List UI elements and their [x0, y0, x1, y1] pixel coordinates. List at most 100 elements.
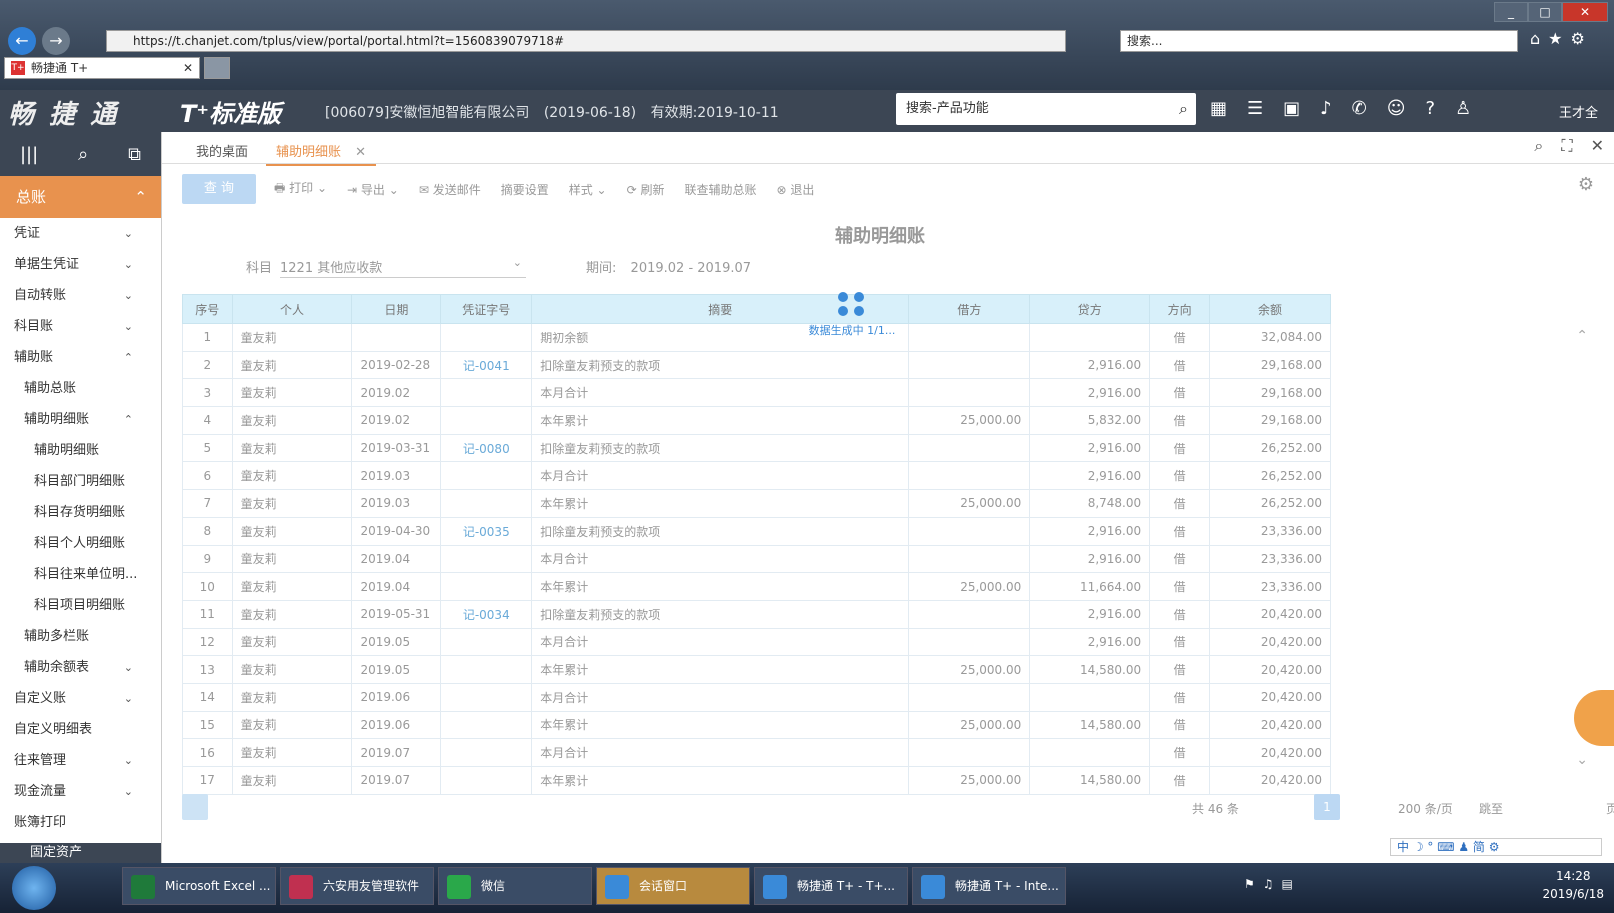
table-row[interactable]: 3 童友莉 2019.02 本月合计 2,916.00 借 29,168.00	[182, 378, 1331, 408]
browser-search-input[interactable]: 搜索...	[1120, 30, 1518, 52]
table-row[interactable]: 13 童友莉 2019.05 本年累计 25,000.00 14,580.00 借 20,42…	[182, 655, 1331, 684]
linked-query-button[interactable]: 联查辅助总账	[685, 181, 757, 198]
sidebar-item[interactable]: 科目个人明细账	[0, 528, 161, 559]
column-header[interactable]: 借方	[908, 294, 1031, 324]
sidebar-item[interactable]: 科目部门明细账	[0, 466, 161, 497]
chevron-up-icon[interactable]: ⌃	[134, 176, 147, 218]
table-row[interactable]: 14 童友莉 2019.06 本月合计 借 20,420.00	[182, 682, 1331, 712]
table-row[interactable]: 5 童友莉 2019-03-31 记-0080 扣除童友莉预支的款项 2,916.00 借 2…	[182, 433, 1331, 463]
taskbar-item[interactable]: 六安用友管理软件	[280, 867, 434, 905]
table-row[interactable]: 4 童友莉 2019.02 本年累计 25,000.00 5,832.00 借 29,168.…	[182, 406, 1331, 435]
shortcut-icon[interactable]: ⧉	[128, 144, 141, 165]
sidebar-item[interactable]: 自定义明细表	[0, 714, 161, 745]
table-row[interactable]: 10 童友莉 2019.04 本年累计 25,000.00 11,664.00 借 23,33…	[182, 572, 1331, 601]
back-icon[interactable]: ←	[8, 27, 36, 55]
taskbar-item[interactable]: Microsoft Excel ...	[122, 867, 276, 905]
refresh-button[interactable]: ⟳ 刷新	[627, 181, 665, 198]
table-row[interactable]: 1 童友莉 期初余额借 32,084.00	[182, 323, 1331, 352]
export-button[interactable]: ⇥ 导出 ⌄	[347, 181, 399, 198]
settings-gear-icon[interactable]: ⚙	[1571, 29, 1585, 48]
new-tab-button[interactable]	[204, 57, 230, 79]
flag-icon[interactable]: ⚑	[1244, 877, 1255, 891]
sidebar-item[interactable]: 辅助账 ⌃	[0, 342, 161, 373]
voucher-link[interactable]: 记-0080	[440, 433, 533, 463]
page-size-select[interactable]: 200 条/页	[1398, 800, 1453, 817]
search-icon[interactable]: ⌕	[1534, 136, 1543, 156]
minimize-button[interactable]: _	[1494, 2, 1528, 22]
chevron-down-icon[interactable]: ⌄	[124, 249, 133, 280]
table-row[interactable]: 16 童友莉 2019.07 本月合计 借 20,420.00	[182, 738, 1331, 767]
sidebar-item[interactable]: 自动转账 ⌄	[0, 280, 161, 311]
chevron-down-icon[interactable]: ⌄	[124, 280, 133, 311]
sidebar-module-ledger[interactable]: 总账 ⌃	[0, 176, 161, 218]
forward-icon[interactable]: →	[42, 27, 70, 55]
help-icon[interactable]: ?	[1426, 98, 1436, 119]
subject-select[interactable]: 1221 其他应收款 ⌄	[280, 254, 527, 278]
column-header[interactable]: 序号	[182, 294, 233, 324]
sidebar-item[interactable]: 辅助多栏账	[0, 621, 161, 652]
tab-my-desktop[interactable]: 我的桌面	[196, 141, 248, 160]
taskbar-item[interactable]: 畅捷通 T+ - T+...	[754, 867, 908, 905]
url-input[interactable]: https://t.chanjet.com/tplus/view/portal/…	[106, 30, 1066, 52]
taskbar-item[interactable]: 畅捷通 T+ - Inte...	[912, 867, 1066, 905]
sidebar-item[interactable]: 辅助余额表 ⌄	[0, 652, 161, 683]
start-button[interactable]	[12, 866, 56, 910]
scroll-up-icon[interactable]: ⌃	[1576, 328, 1588, 344]
sidebar-item[interactable]: 科目项目明细账	[0, 590, 161, 621]
table-row[interactable]: 9 童友莉 2019.04 本月合计 2,916.00 借 23,336.00	[182, 544, 1331, 574]
print-button[interactable]: 🖶 打印 ⌄	[274, 179, 327, 200]
table-row[interactable]: 17 童友莉 2019.07 本年累计 25,000.00 14,580.00 借 20,42…	[182, 766, 1331, 795]
message-icon[interactable]: ▣	[1283, 98, 1300, 119]
chevron-down-icon[interactable]: ⌄	[124, 218, 133, 249]
taskbar-item[interactable]: 微信	[438, 867, 592, 905]
maximize-button[interactable]: □	[1528, 2, 1562, 22]
chevron-down-icon[interactable]: ⌄	[124, 652, 133, 683]
sidebar-item[interactable]: 科目存货明细账	[0, 497, 161, 528]
scroll-down-icon[interactable]: ⌄	[1576, 752, 1588, 768]
table-row[interactable]: 6 童友莉 2019.03 本月合计 2,916.00 借 26,252.00	[182, 461, 1331, 491]
chevron-down-icon[interactable]: ⌄	[124, 683, 133, 714]
network-icon[interactable]: ▤	[1282, 877, 1293, 891]
table-row[interactable]: 12 童友莉 2019.05 本月合计 2,916.00 借 20,420.00	[182, 627, 1331, 657]
taskbar-item[interactable]: 会话窗口	[596, 867, 750, 905]
voucher-link[interactable]: 记-0035	[440, 516, 533, 546]
user-icon[interactable]: ♙	[1455, 98, 1471, 119]
sidebar-item[interactable]: 账簿打印	[0, 807, 161, 838]
sidebar-item[interactable]: 科目往来单位明...	[0, 559, 161, 590]
sidebar-item[interactable]: 单据生凭证 ⌄	[0, 249, 161, 280]
table-row[interactable]: 2 童友莉 2019-02-28 记-0041 扣除童友莉预支的款项 2,916.00 借 2…	[182, 350, 1331, 380]
product-search-input[interactable]: 搜索-产品功能 ⌕	[896, 93, 1196, 125]
table-row[interactable]: 8 童友莉 2019-04-30 记-0035 扣除童友莉预支的款项 2,916.00 借 2…	[182, 516, 1331, 546]
volume-icon[interactable]: ♫	[1263, 877, 1274, 891]
sidebar-item[interactable]: 辅助明细账	[0, 435, 161, 466]
favorites-star-icon[interactable]: ★	[1548, 29, 1562, 48]
sidebar-item[interactable]: 自定义账 ⌄	[0, 683, 161, 714]
sidebar-item[interactable]: 辅助明细账 ⌃	[0, 404, 161, 435]
style-button[interactable]: 样式 ⌄	[569, 181, 607, 198]
chevron-down-icon[interactable]: ⌄	[513, 256, 522, 269]
column-settings-icon[interactable]	[182, 794, 208, 820]
calculator-icon[interactable]: ▦	[1210, 98, 1227, 119]
browser-tab[interactable]: T+ 畅捷通 T+ ✕	[4, 57, 200, 79]
settings-gear-icon[interactable]: ⚙	[1578, 174, 1594, 195]
chevron-up-icon[interactable]: ⌃	[124, 342, 133, 373]
monkey-assistant-icon[interactable]: ☺	[1387, 98, 1406, 119]
summary-settings-button[interactable]: 摘要设置	[501, 181, 549, 198]
close-icon[interactable]: ✕	[1591, 136, 1604, 156]
close-window-button[interactable]: ✕	[1562, 2, 1608, 22]
sidebar-item[interactable]: 科目账 ⌄	[0, 311, 161, 342]
sidebar-item[interactable]: 辅助总账	[0, 373, 161, 404]
tab-close-icon[interactable]: ✕	[355, 145, 366, 160]
phone-icon[interactable]: ✆	[1352, 98, 1367, 119]
column-header[interactable]: 余额	[1209, 294, 1331, 324]
tab-aux-detail-ledger[interactable]: 辅助明细账 ✕	[266, 141, 377, 166]
voucher-link[interactable]: 记-0041	[440, 350, 533, 380]
chevron-down-icon[interactable]: ⌄	[124, 745, 133, 776]
exit-button[interactable]: ⊗ 退出	[777, 181, 815, 198]
tasks-icon[interactable]: ☰	[1247, 98, 1263, 119]
voucher-link[interactable]: 记-0034	[440, 599, 533, 629]
table-row[interactable]: 15 童友莉 2019.06 本年累计 25,000.00 14,580.00 借 20,42…	[182, 710, 1331, 740]
column-header[interactable]: 方向	[1149, 294, 1211, 324]
chevron-up-icon[interactable]: ⌃	[124, 404, 133, 435]
table-row[interactable]: 7 童友莉 2019.03 本年累计 25,000.00 8,748.00 借 26,252.…	[182, 489, 1331, 518]
